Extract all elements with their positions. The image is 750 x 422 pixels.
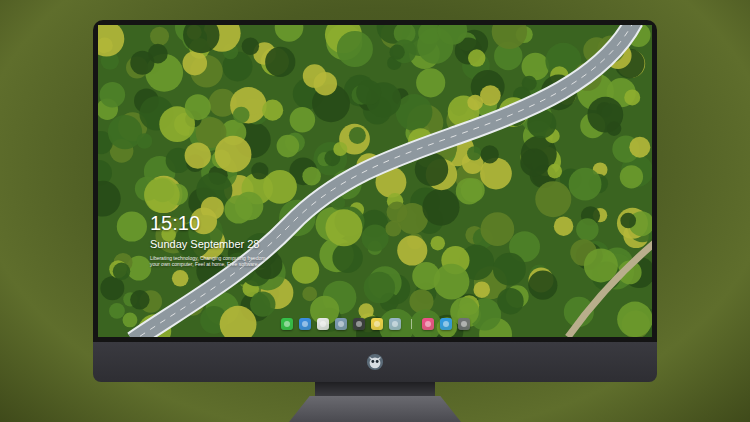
dock-app-icon[interactable] bbox=[281, 318, 293, 330]
brand-logo-icon bbox=[366, 353, 384, 371]
forest-road-wallpaper-icon bbox=[98, 25, 652, 337]
date-label: Sunday September 28 bbox=[150, 237, 652, 252]
dock bbox=[277, 316, 474, 332]
dock-app-icon[interactable] bbox=[440, 318, 452, 330]
dock-app-icon[interactable] bbox=[335, 318, 347, 330]
tagline: Liberating technology, Changing computin… bbox=[150, 255, 652, 267]
time-label: 15:10 bbox=[150, 211, 652, 235]
dock-app-icon[interactable] bbox=[371, 318, 383, 330]
monitor-chin bbox=[93, 342, 657, 382]
dock-app-icon[interactable] bbox=[422, 318, 434, 330]
desktop-mockup: 15:10 Sunday September 28 Liberating techn… bbox=[0, 0, 750, 422]
monitor-bezel: 15:10 Sunday September 28 Liberating techn… bbox=[93, 20, 657, 342]
dock-app-icon[interactable] bbox=[458, 318, 470, 330]
monitor-stand bbox=[289, 396, 461, 422]
monitor-neck bbox=[315, 382, 435, 396]
lock-clock: 15:10 Sunday September 28 Liberating techn… bbox=[150, 211, 652, 267]
screen: 15:10 Sunday September 28 Liberating techn… bbox=[98, 25, 652, 337]
dock-app-icon[interactable] bbox=[317, 318, 329, 330]
dock-app-icon[interactable] bbox=[299, 318, 311, 330]
tagline-line: Liberating technology, Changing computin… bbox=[150, 255, 652, 261]
dock-app-icon[interactable] bbox=[389, 318, 401, 330]
tagline-line: your own computer, Feel at home, Free so… bbox=[150, 261, 652, 267]
dock-app-icon[interactable] bbox=[353, 318, 365, 330]
dock-separator bbox=[411, 319, 412, 329]
